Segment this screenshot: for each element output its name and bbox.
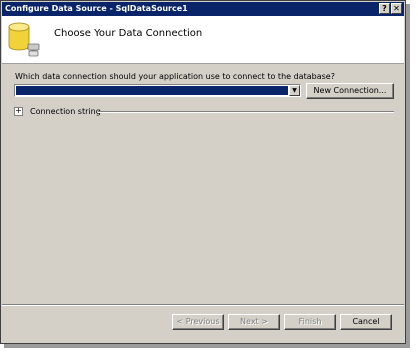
- window-shadow-bottom: [4, 344, 410, 348]
- data-connection-selected-value[interactable]: [16, 86, 288, 95]
- data-connection-dropdown[interactable]: ▼: [14, 84, 301, 97]
- help-button[interactable]: ?: [379, 3, 390, 14]
- finish-button[interactable]: Finish: [284, 314, 336, 330]
- chevron-down-icon[interactable]: ▼: [289, 85, 300, 96]
- next-button[interactable]: Next >: [228, 314, 280, 330]
- footer-divider: [2, 304, 404, 306]
- connection-string-divider: [98, 111, 394, 113]
- cancel-button[interactable]: Cancel: [340, 314, 392, 330]
- page-title: Choose Your Data Connection: [54, 28, 203, 39]
- window-shadow-right: [406, 4, 410, 348]
- connection-question-label: Which data connection should your applic…: [15, 72, 335, 81]
- title-bar[interactable]: Configure Data Source - SqlDataSource1 ?…: [2, 2, 404, 16]
- window-title: Configure Data Source - SqlDataSource1: [5, 4, 188, 13]
- expand-plus-icon[interactable]: +: [14, 107, 23, 116]
- database-icon: [8, 22, 40, 57]
- new-connection-button[interactable]: New Connection...: [306, 83, 394, 99]
- wizard-header: Choose Your Data Connection: [2, 16, 404, 64]
- close-button[interactable]: ✕: [391, 3, 402, 14]
- connection-string-label: Connection string: [30, 107, 101, 116]
- dialog-window: Configure Data Source - SqlDataSource1 ?…: [0, 0, 406, 344]
- previous-button[interactable]: < Previous: [172, 314, 224, 330]
